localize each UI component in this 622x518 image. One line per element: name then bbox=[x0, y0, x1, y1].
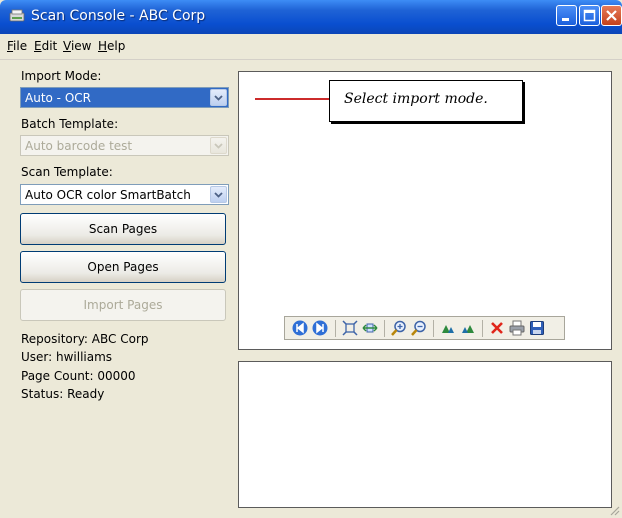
scan-template-label: Scan Template: bbox=[21, 165, 113, 179]
chevron-down-icon[interactable] bbox=[210, 89, 227, 106]
scan-console-window: Scan Console - ABC Corp File Edit View H… bbox=[0, 0, 622, 518]
resize-grip-icon[interactable] bbox=[608, 504, 620, 516]
zoom-out-icon[interactable] bbox=[411, 320, 427, 336]
chevron-down-icon bbox=[210, 137, 227, 154]
chevron-down-icon[interactable] bbox=[210, 186, 227, 203]
scan-template-value: Auto OCR color SmartBatch bbox=[25, 188, 191, 202]
batch-template-value: Auto barcode test bbox=[25, 139, 133, 153]
first-page-icon[interactable] bbox=[292, 320, 308, 336]
toolbar-separator bbox=[482, 320, 483, 337]
minimize-button[interactable] bbox=[556, 5, 577, 26]
menu-edit[interactable]: Edit bbox=[34, 39, 57, 53]
toolbar-separator bbox=[433, 320, 434, 337]
scan-template-select[interactable]: Auto OCR color SmartBatch bbox=[20, 184, 229, 205]
import-mode-select[interactable]: Auto - OCR bbox=[20, 87, 229, 108]
import-pages-button: Import Pages bbox=[20, 289, 226, 321]
instruction-callout: Select import mode. bbox=[329, 80, 523, 122]
repository-text: Repository: ABC Corp bbox=[21, 332, 149, 346]
toolbar-separator bbox=[335, 320, 336, 337]
window-title: Scan Console - ABC Corp bbox=[31, 8, 206, 24]
fit-page-icon[interactable] bbox=[342, 320, 358, 336]
import-mode-label: Import Mode: bbox=[21, 69, 102, 83]
rotate-right-icon[interactable] bbox=[460, 320, 476, 336]
open-pages-button[interactable]: Open Pages bbox=[20, 251, 226, 283]
callout-pointer-line bbox=[255, 98, 329, 100]
menu-help[interactable]: Help bbox=[98, 39, 125, 53]
last-page-icon[interactable] bbox=[312, 320, 328, 336]
toolbar-separator bbox=[384, 320, 385, 337]
callout-text: Select import mode. bbox=[344, 91, 488, 107]
maximize-icon bbox=[583, 9, 596, 22]
save-icon[interactable] bbox=[529, 320, 545, 336]
title-bar[interactable]: Scan Console - ABC Corp bbox=[0, 0, 622, 34]
minimize-icon bbox=[562, 18, 569, 21]
delete-icon[interactable] bbox=[489, 320, 505, 336]
batch-template-select: Auto barcode test bbox=[20, 135, 229, 156]
import-mode-value: Auto - OCR bbox=[25, 91, 91, 105]
batch-template-label: Batch Template: bbox=[21, 117, 119, 131]
maximize-button[interactable] bbox=[579, 5, 600, 26]
status-text: Status: Ready bbox=[21, 387, 105, 401]
close-icon bbox=[606, 10, 617, 21]
user-text: User: hwilliams bbox=[21, 350, 113, 364]
menu-file[interactable]: File bbox=[7, 39, 27, 53]
page-count-text: Page Count: 00000 bbox=[21, 369, 136, 383]
print-icon[interactable] bbox=[509, 320, 525, 336]
page-thumbnail-panel[interactable] bbox=[238, 361, 612, 508]
fit-width-icon[interactable] bbox=[362, 320, 378, 336]
image-toolbar bbox=[284, 316, 565, 340]
scanner-icon bbox=[9, 9, 25, 22]
menu-view[interactable]: View bbox=[63, 39, 91, 53]
rotate-left-icon[interactable] bbox=[440, 320, 456, 336]
scan-pages-button[interactable]: Scan Pages bbox=[20, 213, 226, 245]
zoom-in-icon[interactable] bbox=[391, 320, 407, 336]
menu-bar: File Edit View Help bbox=[0, 34, 622, 60]
close-button[interactable] bbox=[601, 5, 622, 26]
